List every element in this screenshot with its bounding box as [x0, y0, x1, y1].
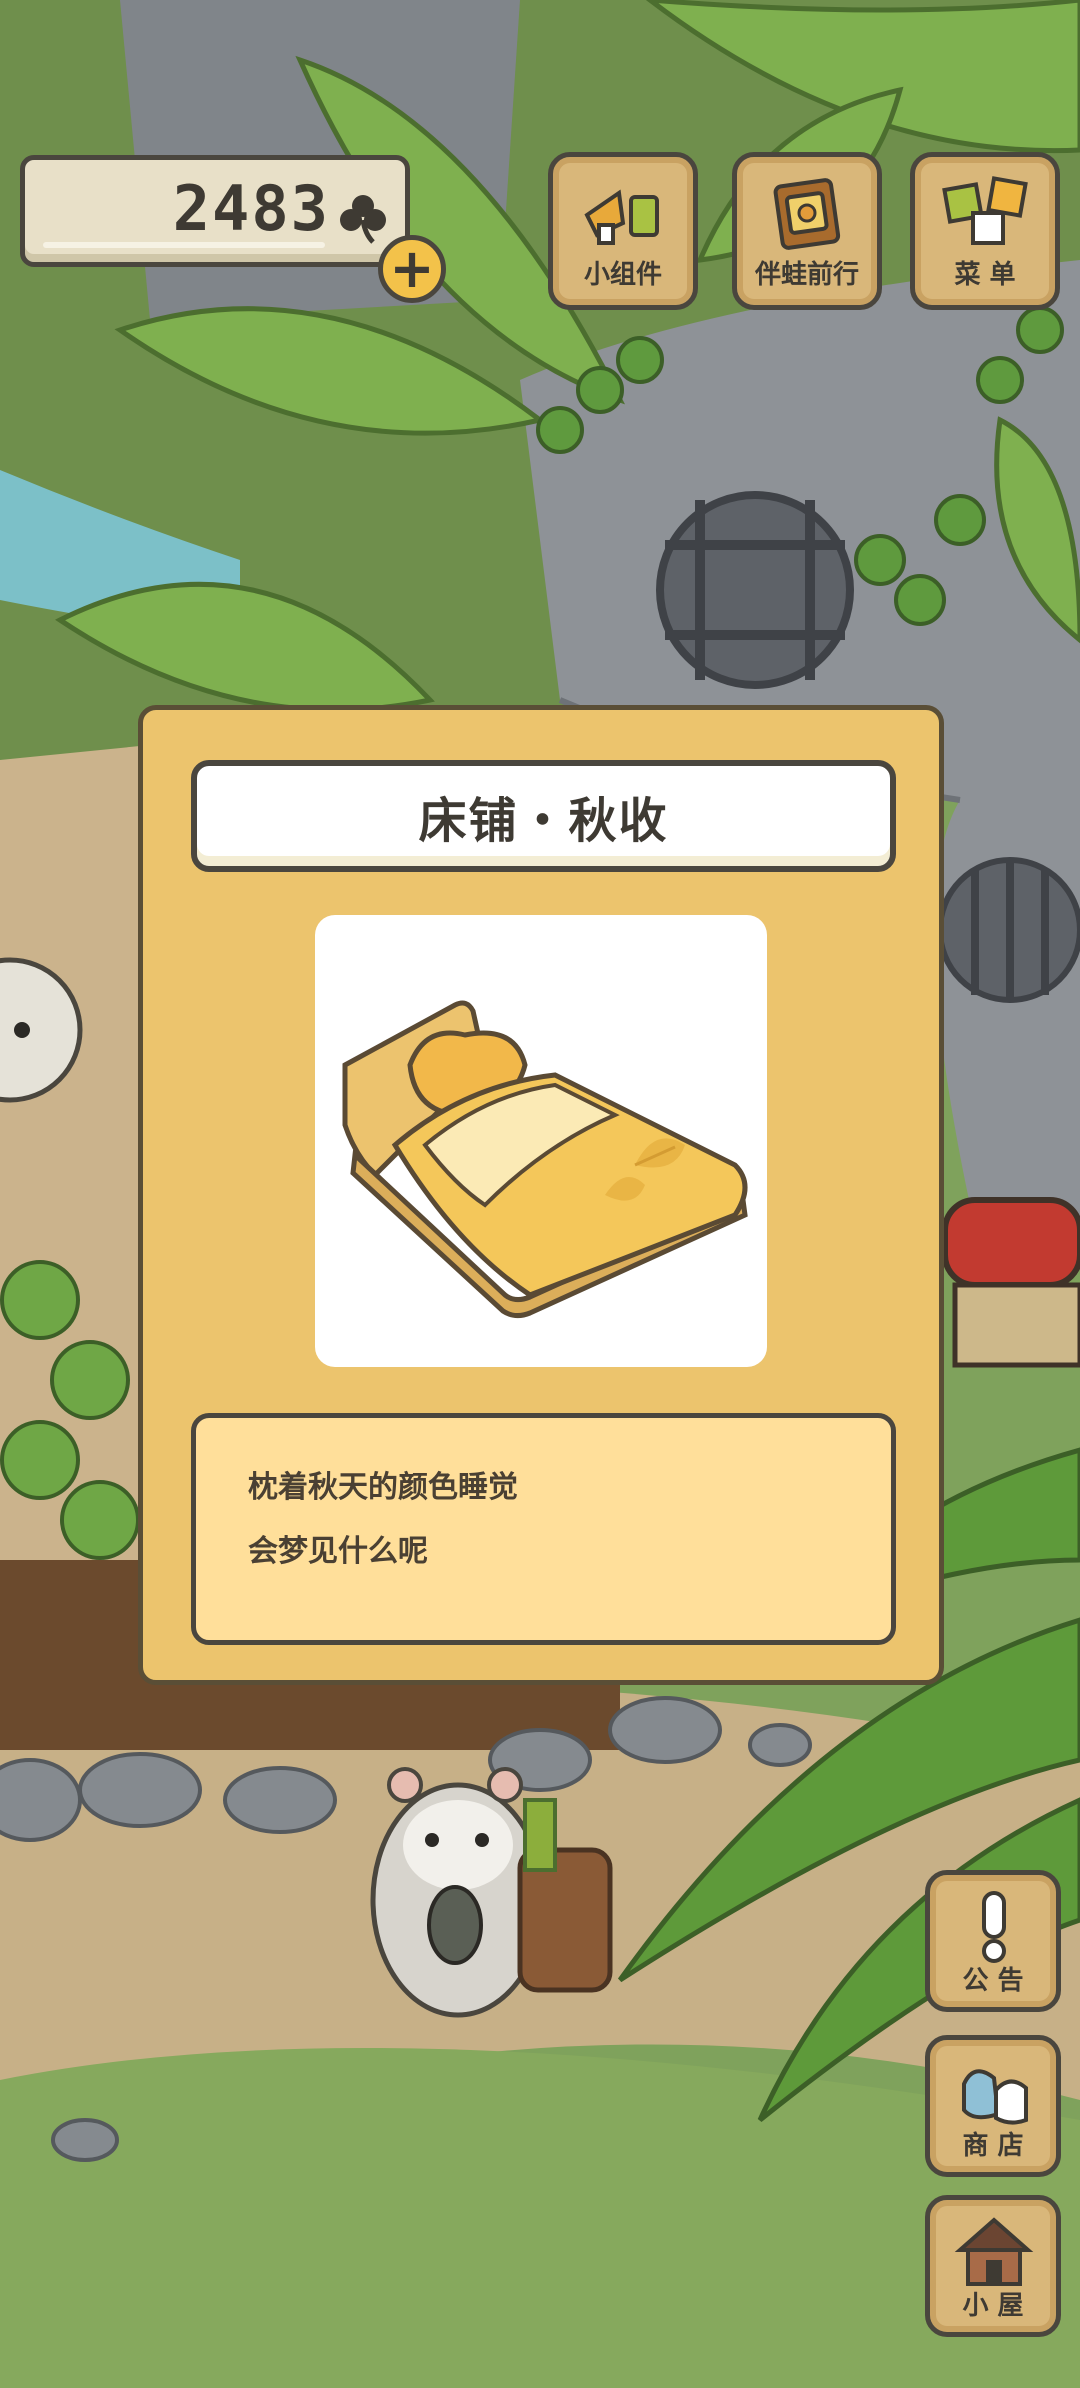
house-button[interactable]: 小 屋	[925, 2195, 1061, 2337]
house-icon	[954, 2217, 1034, 2286]
add-clover-button[interactable]: +	[378, 235, 446, 303]
item-image-frame	[315, 915, 767, 1367]
house-label: 小 屋	[962, 2291, 1024, 2321]
counter-underline	[43, 242, 325, 248]
shop-button[interactable]: 商 店	[925, 2035, 1061, 2177]
clover-icon	[340, 195, 386, 244]
item-dialog[interactable]: 床铺・秋收 枕着秋天的颜色睡觉 会梦见什么呢	[138, 705, 944, 1685]
shop-label: 商 店	[962, 2131, 1024, 2161]
travel-book-icon	[773, 178, 841, 250]
description-line-1: 枕着秋天的颜色睡觉	[248, 1470, 518, 1505]
menu-icon	[942, 176, 1028, 245]
exclamation-icon	[982, 1891, 1006, 1963]
clover-count: 2483	[172, 172, 330, 245]
autumn-bed-icon	[342, 1000, 748, 1319]
travel-label: 伴蛙前行	[754, 260, 859, 290]
notice-label: 公 告	[962, 1966, 1024, 1996]
widget-icon	[584, 189, 659, 245]
dialog-title-box: 床铺・秋收	[191, 760, 896, 872]
description-line-2: 会梦见什么呢	[248, 1534, 428, 1569]
shop-bag-icon	[962, 2069, 1028, 2125]
game-screen: 2483 + 小组件 伴蛙前行 菜 单 公 告 商 店 小 屋 床铺・秋收 枕着…	[0, 0, 1080, 2388]
widget-label: 小组件	[583, 260, 662, 290]
item-description-box: 枕着秋天的颜色睡觉 会梦见什么呢	[191, 1413, 896, 1645]
widget-button[interactable]: 小组件	[548, 152, 698, 310]
menu-label: 菜 单	[954, 260, 1016, 290]
travel-button[interactable]: 伴蛙前行	[732, 152, 882, 310]
menu-button[interactable]: 菜 单	[910, 152, 1060, 310]
notice-button[interactable]: 公 告	[925, 1870, 1061, 2012]
clover-counter: 2483	[20, 155, 410, 267]
item-title: 床铺・秋收	[418, 793, 669, 849]
